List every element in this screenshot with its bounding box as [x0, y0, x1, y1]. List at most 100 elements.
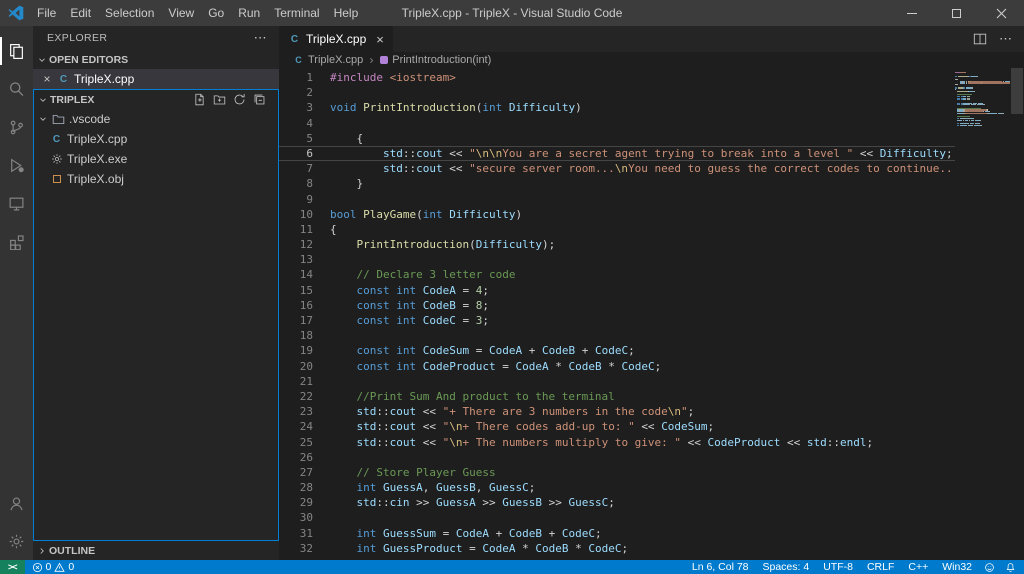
close-icon[interactable]: × [41, 72, 53, 86]
code-text[interactable] [330, 252, 955, 267]
line-number[interactable]: 28 [279, 480, 330, 495]
menu-selection[interactable]: Selection [98, 0, 161, 26]
line-number[interactable]: 27 [279, 465, 330, 480]
activity-item-extensions[interactable] [0, 222, 33, 260]
line-number[interactable]: 16 [279, 298, 330, 313]
code-line-14[interactable]: 14 // Declare 3 letter code [279, 267, 955, 282]
code-text[interactable]: std::cout << "\n+ There codes add-up to:… [330, 419, 955, 434]
close-button[interactable] [979, 0, 1024, 26]
code-text[interactable] [330, 116, 955, 131]
activity-item-explorer[interactable] [0, 32, 33, 70]
code-text[interactable] [330, 192, 955, 207]
line-number[interactable]: 14 [279, 267, 330, 282]
code-text[interactable] [330, 374, 955, 389]
line-number[interactable]: 3 [279, 100, 330, 115]
code-line-31[interactable]: 31 int GuessSum = CodeA + CodeB + CodeC; [279, 526, 955, 541]
code-line-23[interactable]: 23 std::cout << "+ There are 3 numbers i… [279, 404, 955, 419]
open-editors-header[interactable]: OPEN EDITORS [33, 50, 279, 69]
code-text[interactable]: const int CodeProduct = CodeA * CodeB * … [330, 359, 955, 374]
more-actions-icon[interactable]: ⋯ [999, 31, 1012, 47]
line-number[interactable]: 4 [279, 116, 330, 131]
status-win32[interactable]: Win32 [935, 561, 979, 573]
code-line-13[interactable]: 13 [279, 252, 955, 267]
code-line-9[interactable]: 9 [279, 192, 955, 207]
breadcrumb-item[interactable]: PrintIntroduction(int) [380, 54, 491, 66]
code-text[interactable]: // Store Player Guess [330, 465, 955, 480]
menu-edit[interactable]: Edit [63, 0, 98, 26]
code-line-7[interactable]: 7 std::cout << "secure server room...\nY… [279, 161, 955, 176]
collapse-all-icon[interactable] [253, 93, 266, 106]
line-number[interactable]: 20 [279, 359, 330, 374]
tab-triplex-cpp[interactable]: C TripleX.cpp × [279, 26, 393, 52]
line-number[interactable]: 19 [279, 343, 330, 358]
code-line-21[interactable]: 21 [279, 374, 955, 389]
code-line-10[interactable]: 10bool PlayGame(int Difficulty) [279, 207, 955, 222]
code-text[interactable] [330, 450, 955, 465]
line-number[interactable]: 8 [279, 176, 330, 191]
line-number[interactable]: 7 [279, 161, 330, 176]
code-text[interactable]: const int CodeB = 8; [330, 298, 955, 313]
code-text[interactable]: std::cout << "+ There are 3 numbers in t… [330, 404, 955, 419]
activity-item-search[interactable] [0, 70, 33, 108]
menu-help[interactable]: Help [327, 0, 366, 26]
code-text[interactable]: void PrintIntroduction(int Difficulty) [330, 100, 955, 115]
code-text[interactable]: { [330, 131, 955, 146]
code-line-18[interactable]: 18 [279, 328, 955, 343]
activity-item-account[interactable] [0, 484, 33, 522]
line-number[interactable]: 29 [279, 495, 330, 510]
line-number[interactable]: 13 [279, 252, 330, 267]
tree-item-triplex-cpp[interactable]: CTripleX.cpp [34, 129, 278, 149]
activity-item-run-debug[interactable] [0, 146, 33, 184]
code-line-19[interactable]: 19 const int CodeSum = CodeA + CodeB + C… [279, 343, 955, 358]
code-line-20[interactable]: 20 const int CodeProduct = CodeA * CodeB… [279, 359, 955, 374]
split-editor-icon[interactable] [973, 32, 987, 46]
line-number[interactable]: 5 [279, 131, 330, 146]
code-text[interactable]: std::cout << "secure server room...\nYou… [330, 161, 955, 176]
code-line-3[interactable]: 3void PrintIntroduction(int Difficulty) [279, 100, 955, 115]
code-line-6[interactable]: 6 std::cout << "\n\nYou are a secret age… [279, 146, 955, 161]
code-text[interactable]: const int CodeC = 3; [330, 313, 955, 328]
activity-item-settings[interactable] [0, 522, 33, 560]
activity-item-source-control[interactable] [0, 108, 33, 146]
menu-go[interactable]: Go [201, 0, 231, 26]
code-line-11[interactable]: 11{ [279, 222, 955, 237]
code-line-25[interactable]: 25 std::cout << "\n+ The numbers multipl… [279, 435, 955, 450]
code-text[interactable]: #include <iostream> [330, 70, 955, 85]
tab-close-icon[interactable]: × [376, 32, 384, 47]
code-text[interactable] [330, 328, 955, 343]
code-text[interactable]: std::cout << "\n\nYou are a secret agent… [330, 146, 955, 161]
line-number[interactable]: 22 [279, 389, 330, 404]
code-text[interactable]: const int CodeA = 4; [330, 283, 955, 298]
line-number[interactable]: 6 [279, 146, 330, 161]
line-number[interactable]: 17 [279, 313, 330, 328]
feedback-smiley-icon[interactable] [979, 562, 1000, 573]
project-header[interactable]: TRIPLEX [34, 90, 278, 109]
remote-indicator[interactable]: >< [0, 560, 25, 574]
minimap[interactable] [955, 72, 1010, 126]
code-line-2[interactable]: 2 [279, 85, 955, 100]
tree-item--vscode[interactable]: .vscode [34, 109, 278, 129]
line-number[interactable]: 10 [279, 207, 330, 222]
menu-run[interactable]: Run [231, 0, 267, 26]
new-file-icon[interactable] [193, 93, 206, 106]
maximize-button[interactable] [934, 0, 979, 26]
tree-item-triplex-obj[interactable]: TripleX.obj [34, 169, 278, 189]
code-text[interactable]: int GuessProduct = CodeA * CodeB * CodeC… [330, 541, 955, 556]
breadcrumb-item[interactable]: CTripleX.cpp [293, 54, 363, 66]
code-line-26[interactable]: 26 [279, 450, 955, 465]
problems-status[interactable]: 0 0 [25, 561, 82, 573]
code-text[interactable]: int GuessSum = CodeA + CodeB + CodeC; [330, 526, 955, 541]
status-c++[interactable]: C++ [901, 561, 935, 573]
line-number[interactable]: 30 [279, 510, 330, 525]
code-text[interactable] [330, 85, 955, 100]
menu-file[interactable]: File [30, 0, 63, 26]
status-utf-8[interactable]: UTF-8 [816, 561, 860, 573]
status-spaces[interactable]: Spaces: 4 [756, 561, 817, 573]
code-line-8[interactable]: 8 } [279, 176, 955, 191]
code-line-24[interactable]: 24 std::cout << "\n+ There codes add-up … [279, 419, 955, 434]
line-number[interactable]: 32 [279, 541, 330, 556]
status-ln[interactable]: Ln 6, Col 78 [685, 561, 756, 573]
status-crlf[interactable]: CRLF [860, 561, 901, 573]
code-text[interactable]: std::cin >> GuessA >> GuessB >> GuessC; [330, 495, 955, 510]
line-number[interactable]: 23 [279, 404, 330, 419]
